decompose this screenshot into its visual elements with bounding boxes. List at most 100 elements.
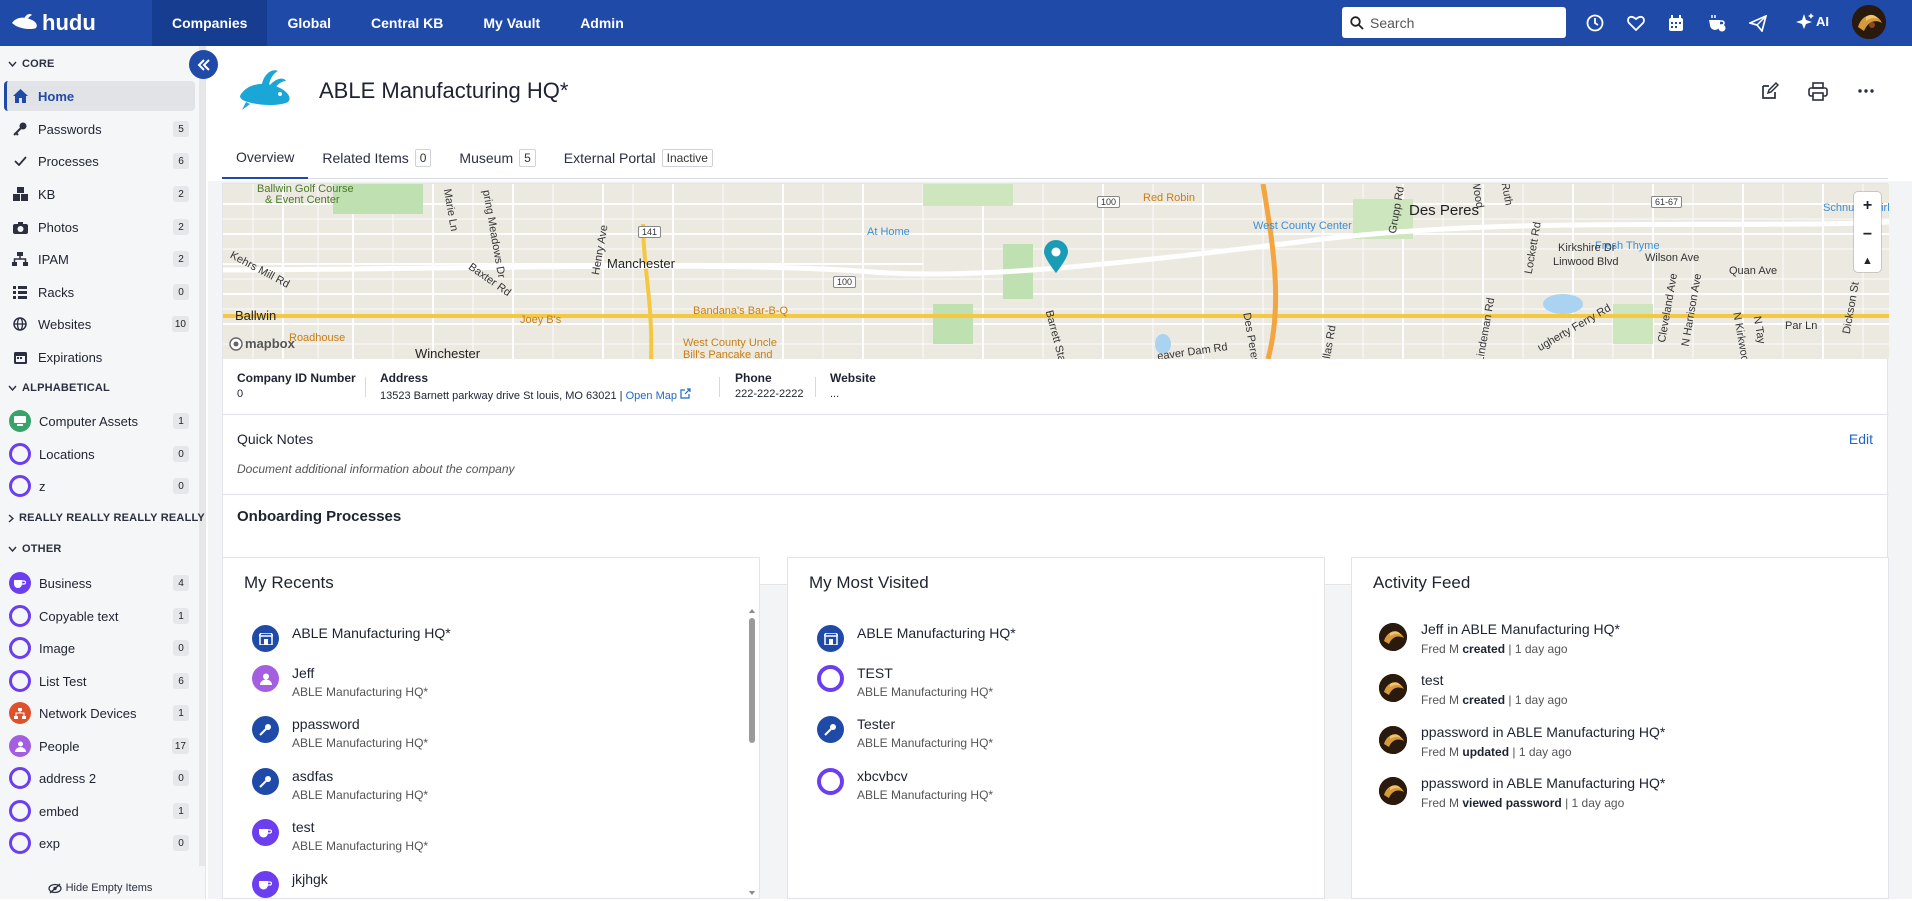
list-item[interactable]: TEST ABLE Manufacturing HQ* [817,665,993,699]
sidebar-scrollbar[interactable] [199,46,205,866]
ring-icon [9,637,31,659]
section-other[interactable]: OTHER [8,543,62,555]
mapbox-logo: mapbox [229,336,295,351]
zoom-in-icon[interactable]: + [1863,197,1872,215]
print-icon[interactable] [1807,80,1829,102]
ai-button[interactable]: AI [1796,13,1829,30]
send-icon[interactable] [1746,11,1770,35]
sidebar-item-network-devices[interactable]: Network Devices 1 [4,698,195,728]
activity-item[interactable]: Jeff in ABLE Manufacturing HQ* Fred M cre… [1379,621,1620,656]
sidebar-item-locations[interactable]: Locations 0 [4,439,195,469]
section-core[interactable]: CORE [8,58,55,70]
list-item[interactable]: Tester ABLE Manufacturing HQ* [817,716,993,750]
map-label: Par Ln [1785,320,1818,332]
coffee-alert-icon[interactable] [1705,11,1729,35]
sidebar-item-processes[interactable]: Processes 6 [4,146,195,176]
sidebar-item-list-test[interactable]: List Test 6 [4,666,195,696]
main-content: ABLE Manufacturing HQ* Overview Related … [208,46,1912,899]
activity-item[interactable]: test Fred M created | 1 day ago [1379,672,1568,707]
tab-label: Museum [459,149,514,166]
collapse-sidebar-button[interactable] [189,50,218,79]
list-item[interactable]: ABLE Manufacturing HQ* [252,625,451,652]
address-label: Address [380,371,429,385]
sidebar-item-people[interactable]: People 17 [4,731,195,761]
open-map-link[interactable]: Open Map [626,388,691,402]
sidebar-item-z[interactable]: z 0 [4,471,195,501]
tab-related-items[interactable]: Related Items 0 [308,136,445,179]
sidebar-item-home[interactable]: Home [4,81,195,111]
list-item[interactable]: xbcvbcv ABLE Manufacturing HQ* [817,768,993,802]
tab-external-portal[interactable]: External Portal Inactive [550,136,727,179]
nav-admin[interactable]: Admin [560,0,644,46]
compass-icon[interactable]: ▲ [1862,255,1873,267]
external-link-icon [680,388,691,399]
map-pin-icon[interactable] [1042,240,1070,277]
list-item[interactable]: Jeff ABLE Manufacturing HQ* [252,665,428,699]
activity-title: Jeff in ABLE Manufacturing HQ* [1421,621,1620,637]
item-count: 0 [173,640,189,656]
section-alphabetical[interactable]: ALPHABETICAL [8,382,110,394]
ring-icon [817,768,844,795]
onboarding-processes-title: Onboarding Processes [237,508,402,525]
list-item[interactable]: test ABLE Manufacturing HQ* [252,819,428,853]
item-count: 0 [173,446,189,462]
clock-icon[interactable] [1583,11,1607,35]
list-item[interactable]: ppassword ABLE Manufacturing HQ* [252,716,428,750]
heart-icon[interactable] [1624,11,1648,35]
section-really[interactable]: REALLY REALLY REALLY REALLY [8,512,205,524]
search-input[interactable]: Search [1342,7,1566,38]
sidebar-item-kb[interactable]: KB 2 [4,179,195,209]
my-most-visited-panel: My Most Visited ABLE Manufacturing HQ* T… [787,557,1325,899]
recents-scrollbar[interactable] [747,608,757,898]
map-label: Manchester [607,256,675,271]
sidebar-item-ipam[interactable]: IPAM 2 [4,244,195,274]
company-map[interactable]: Ballwin Golf Course & Event Center Manch… [223,184,1889,359]
activity-item[interactable]: ppassword in ABLE Manufacturing HQ* Fred … [1379,724,1665,759]
edit-icon[interactable] [1759,80,1781,102]
zoom-out-icon[interactable]: − [1863,226,1872,244]
tab-label: Related Items [322,149,409,166]
hide-empty-items-button[interactable]: Hide Empty Items [0,877,200,899]
list-item[interactable]: jkjhgk [252,871,328,898]
sidebar-item-label: People [39,738,80,754]
calendar-icon[interactable] [1664,11,1688,35]
key-icon [252,716,279,743]
hudu-logo[interactable]: hudu [0,0,152,46]
sidebar-item-racks[interactable]: Racks 0 [4,277,195,307]
sidebar-item-label: Websites [38,316,92,332]
sidebar-item-computer-assets[interactable]: Computer Assets 1 [4,406,195,436]
sidebar-item-address-2[interactable]: address 2 0 [4,763,195,793]
company-info-row: Company ID Number 0 Address 13523 Barnet… [223,359,1889,415]
phone-link[interactable]: 222-222-2222 [735,388,804,400]
company-header: ABLE Manufacturing HQ* Overview Related … [208,46,1912,181]
item-count: 2 [173,186,189,202]
tab-museum[interactable]: Museum 5 [445,136,549,179]
quick-notes-edit-link[interactable]: Edit [1849,431,1873,447]
list-item[interactable]: ABLE Manufacturing HQ* [817,625,1016,652]
item-company: ABLE Manufacturing HQ* [292,736,429,750]
sidebar-item-copyable-text[interactable]: Copyable text 1 [4,601,195,631]
sidebar-item-embed[interactable]: embed 1 [4,796,195,826]
section-really-label: REALLY REALLY REALLY REALLY [19,512,205,524]
list-item[interactable]: asdfas ABLE Manufacturing HQ* [252,768,428,802]
item-name: Tester [857,716,896,732]
sidebar-item-photos[interactable]: Photos 2 [4,212,195,242]
item-count: 0 [173,478,189,494]
map-label: Roadhouse [289,332,346,344]
sidebar-item-exp[interactable]: exp 0 [4,828,195,858]
sidebar-item-websites[interactable]: Websites 10 [4,309,195,339]
sidebar-item-expirations[interactable]: Expirations [4,342,195,372]
sidebar-item-business[interactable]: Business 4 [4,568,195,598]
tab-overview[interactable]: Overview [222,136,309,179]
sidebar-item-image[interactable]: Image 0 [4,633,195,663]
nav-my-vault[interactable]: My Vault [463,0,560,46]
nav-global[interactable]: Global [267,0,351,46]
nav-companies[interactable]: Companies [152,0,268,46]
sidebar-item-passwords[interactable]: Passwords 5 [4,114,195,144]
nav-central-kb[interactable]: Central KB [351,0,463,46]
activity-item[interactable]: ppassword in ABLE Manufacturing HQ* Fred … [1379,775,1665,810]
user-avatar[interactable] [1852,5,1886,39]
eye-slash-icon [47,882,62,894]
company-overview-card: Ballwin Golf Course & Event Center Manch… [222,183,1889,585]
more-icon[interactable] [1855,80,1877,102]
